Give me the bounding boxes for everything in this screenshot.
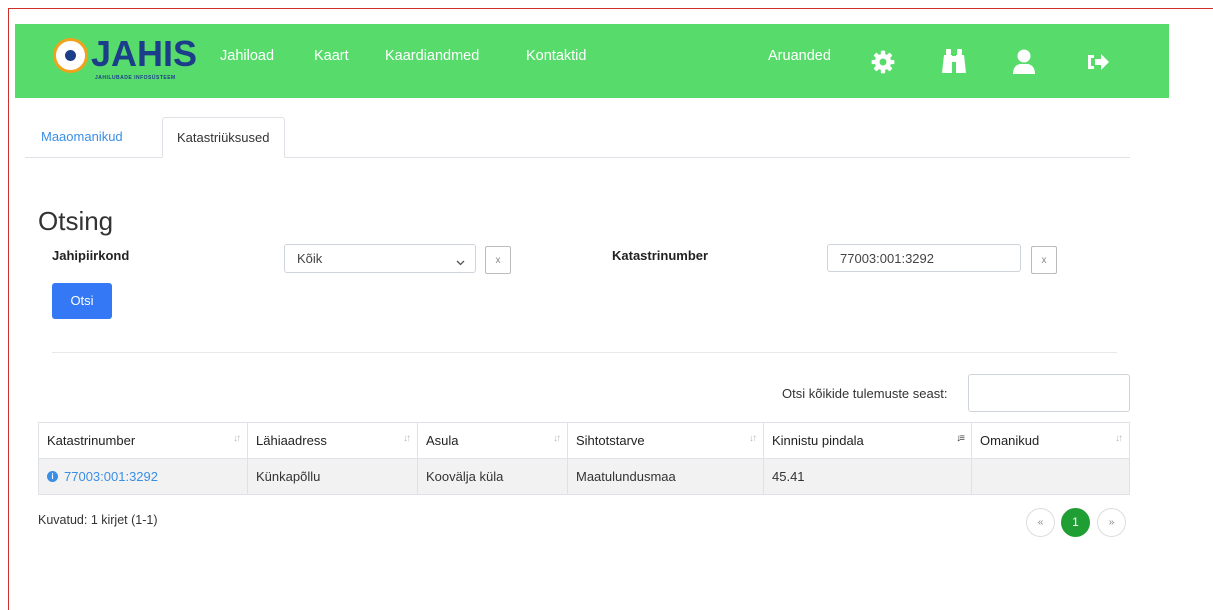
info-icon[interactable]: i xyxy=(47,471,58,483)
sort-icon: ↓↑ xyxy=(553,433,561,444)
column-header-label: Kinnistu pindala xyxy=(772,433,864,448)
cell-asula: Koovälja küla xyxy=(417,458,568,495)
column-header-pindala[interactable]: Kinnistu pindala ↓≡ xyxy=(763,422,972,459)
table-row: i 77003:001:3292 Künkapõllu Koovälja küla… xyxy=(38,458,1130,495)
user-icon[interactable] xyxy=(1012,49,1036,80)
pager-page-1[interactable]: 1 xyxy=(1061,508,1090,537)
sort-desc-icon: ↓≡ xyxy=(956,433,965,444)
pager-next-button[interactable]: » xyxy=(1097,508,1126,537)
logo-text: JAHIS xyxy=(91,33,198,74)
results-summary: Kuvatud: 1 kirjet (1-1) xyxy=(38,513,158,527)
column-header-label: Katastrinumber xyxy=(47,433,136,448)
column-header-omanikud[interactable]: Omanikud ↓↑ xyxy=(971,422,1130,459)
sort-icon: ↓↑ xyxy=(749,433,757,444)
gear-icon[interactable] xyxy=(870,49,896,80)
sort-icon: ↓↑ xyxy=(1115,433,1123,444)
district-select[interactable]: Kõik xyxy=(284,244,476,273)
nav-link-jahiload[interactable]: Jahiload xyxy=(220,48,274,64)
cell-sihtotstarve: Maatulundusmaa xyxy=(567,458,764,495)
search-button[interactable]: Otsi xyxy=(52,283,112,319)
cadastre-clear-button[interactable]: x xyxy=(1031,246,1057,274)
cadastre-link[interactable]: 77003:001:3292 xyxy=(64,469,158,484)
nav-link-kontaktid[interactable]: Kontaktid xyxy=(526,48,586,64)
global-search-input[interactable] xyxy=(968,374,1130,412)
tab-bar: Maaomanikud Katastriüksused xyxy=(25,117,1130,158)
district-clear-button[interactable]: x xyxy=(485,246,511,274)
chevron-down-icon xyxy=(456,254,465,269)
column-header-label: Lähiaadress xyxy=(256,433,327,448)
cadastre-label: Katastrinumber xyxy=(612,248,709,263)
sort-icon: ↓↑ xyxy=(403,433,411,444)
binoculars-icon[interactable] xyxy=(940,49,968,80)
column-header-asula[interactable]: Asula ↓↑ xyxy=(417,422,568,459)
district-label: Jahipiirkond xyxy=(52,248,130,263)
column-header-label: Sihtotstarve xyxy=(576,433,645,448)
column-header-label: Omanikud xyxy=(980,433,1040,448)
jahis-logo[interactable]: JAHIS JAHILUBADE INFOSÜSTEEM xyxy=(53,33,203,87)
district-select-value: Kõik xyxy=(297,251,323,266)
search-heading: Otsing xyxy=(38,206,114,236)
top-navbar: JAHIS JAHILUBADE INFOSÜSTEEM Jahiload Ka… xyxy=(15,24,1169,98)
divider xyxy=(52,352,1117,353)
cell-lahiaadress: Künkapõllu xyxy=(247,458,418,495)
table-header-row: Katastrinumber ↓↑ Lähiaadress ↓↑ Asula ↓… xyxy=(38,422,1130,459)
cell-omanikud xyxy=(971,458,1130,495)
nav-link-kaardiandmed[interactable]: Kaardiandmed xyxy=(385,48,479,64)
nav-link-aruanded[interactable]: Aruanded xyxy=(768,48,831,64)
tab-maaomanikud[interactable]: Maaomanikud xyxy=(27,117,137,157)
target-logo-icon xyxy=(53,38,88,73)
global-search-label: Otsi kõikide tulemuste seast: xyxy=(782,386,948,401)
cadastre-input[interactable] xyxy=(827,244,1021,272)
results-table: Katastrinumber ↓↑ Lähiaadress ↓↑ Asula ↓… xyxy=(38,422,1130,495)
column-header-katastrinumber[interactable]: Katastrinumber ↓↑ xyxy=(38,422,248,459)
cell-katastrinumber[interactable]: i 77003:001:3292 xyxy=(38,458,248,495)
logout-icon[interactable] xyxy=(1087,52,1109,77)
cell-pindala: 45.41 xyxy=(763,458,972,495)
tab-katastriuksused[interactable]: Katastriüksused xyxy=(162,117,285,158)
column-header-label: Asula xyxy=(426,433,459,448)
column-header-sihtotstarve[interactable]: Sihtotstarve ↓↑ xyxy=(567,422,764,459)
pager-prev-button[interactable]: « xyxy=(1026,508,1055,537)
column-header-lahiaadress[interactable]: Lähiaadress ↓↑ xyxy=(247,422,418,459)
nav-link-kaart[interactable]: Kaart xyxy=(314,48,349,64)
logo-subtitle: JAHILUBADE INFOSÜSTEEM xyxy=(95,75,176,81)
sort-icon: ↓↑ xyxy=(233,433,241,444)
